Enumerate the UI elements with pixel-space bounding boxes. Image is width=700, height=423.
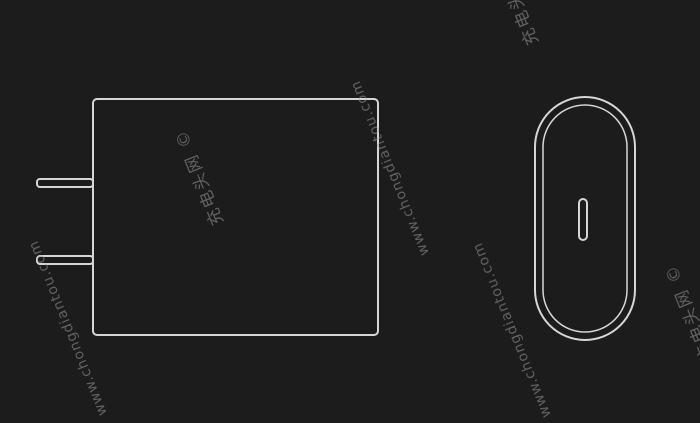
prong-bottom bbox=[36, 255, 94, 265]
usb-c-port-icon bbox=[578, 198, 588, 241]
charger-face bbox=[534, 96, 636, 341]
charger-diagram: www.chongdiantou.com www.chongdiantou.co… bbox=[0, 0, 700, 423]
charger-body bbox=[92, 98, 379, 336]
charger-outline-drawing bbox=[36, 96, 636, 341]
prong-top bbox=[36, 178, 94, 188]
charger-face-inner bbox=[542, 104, 628, 333]
